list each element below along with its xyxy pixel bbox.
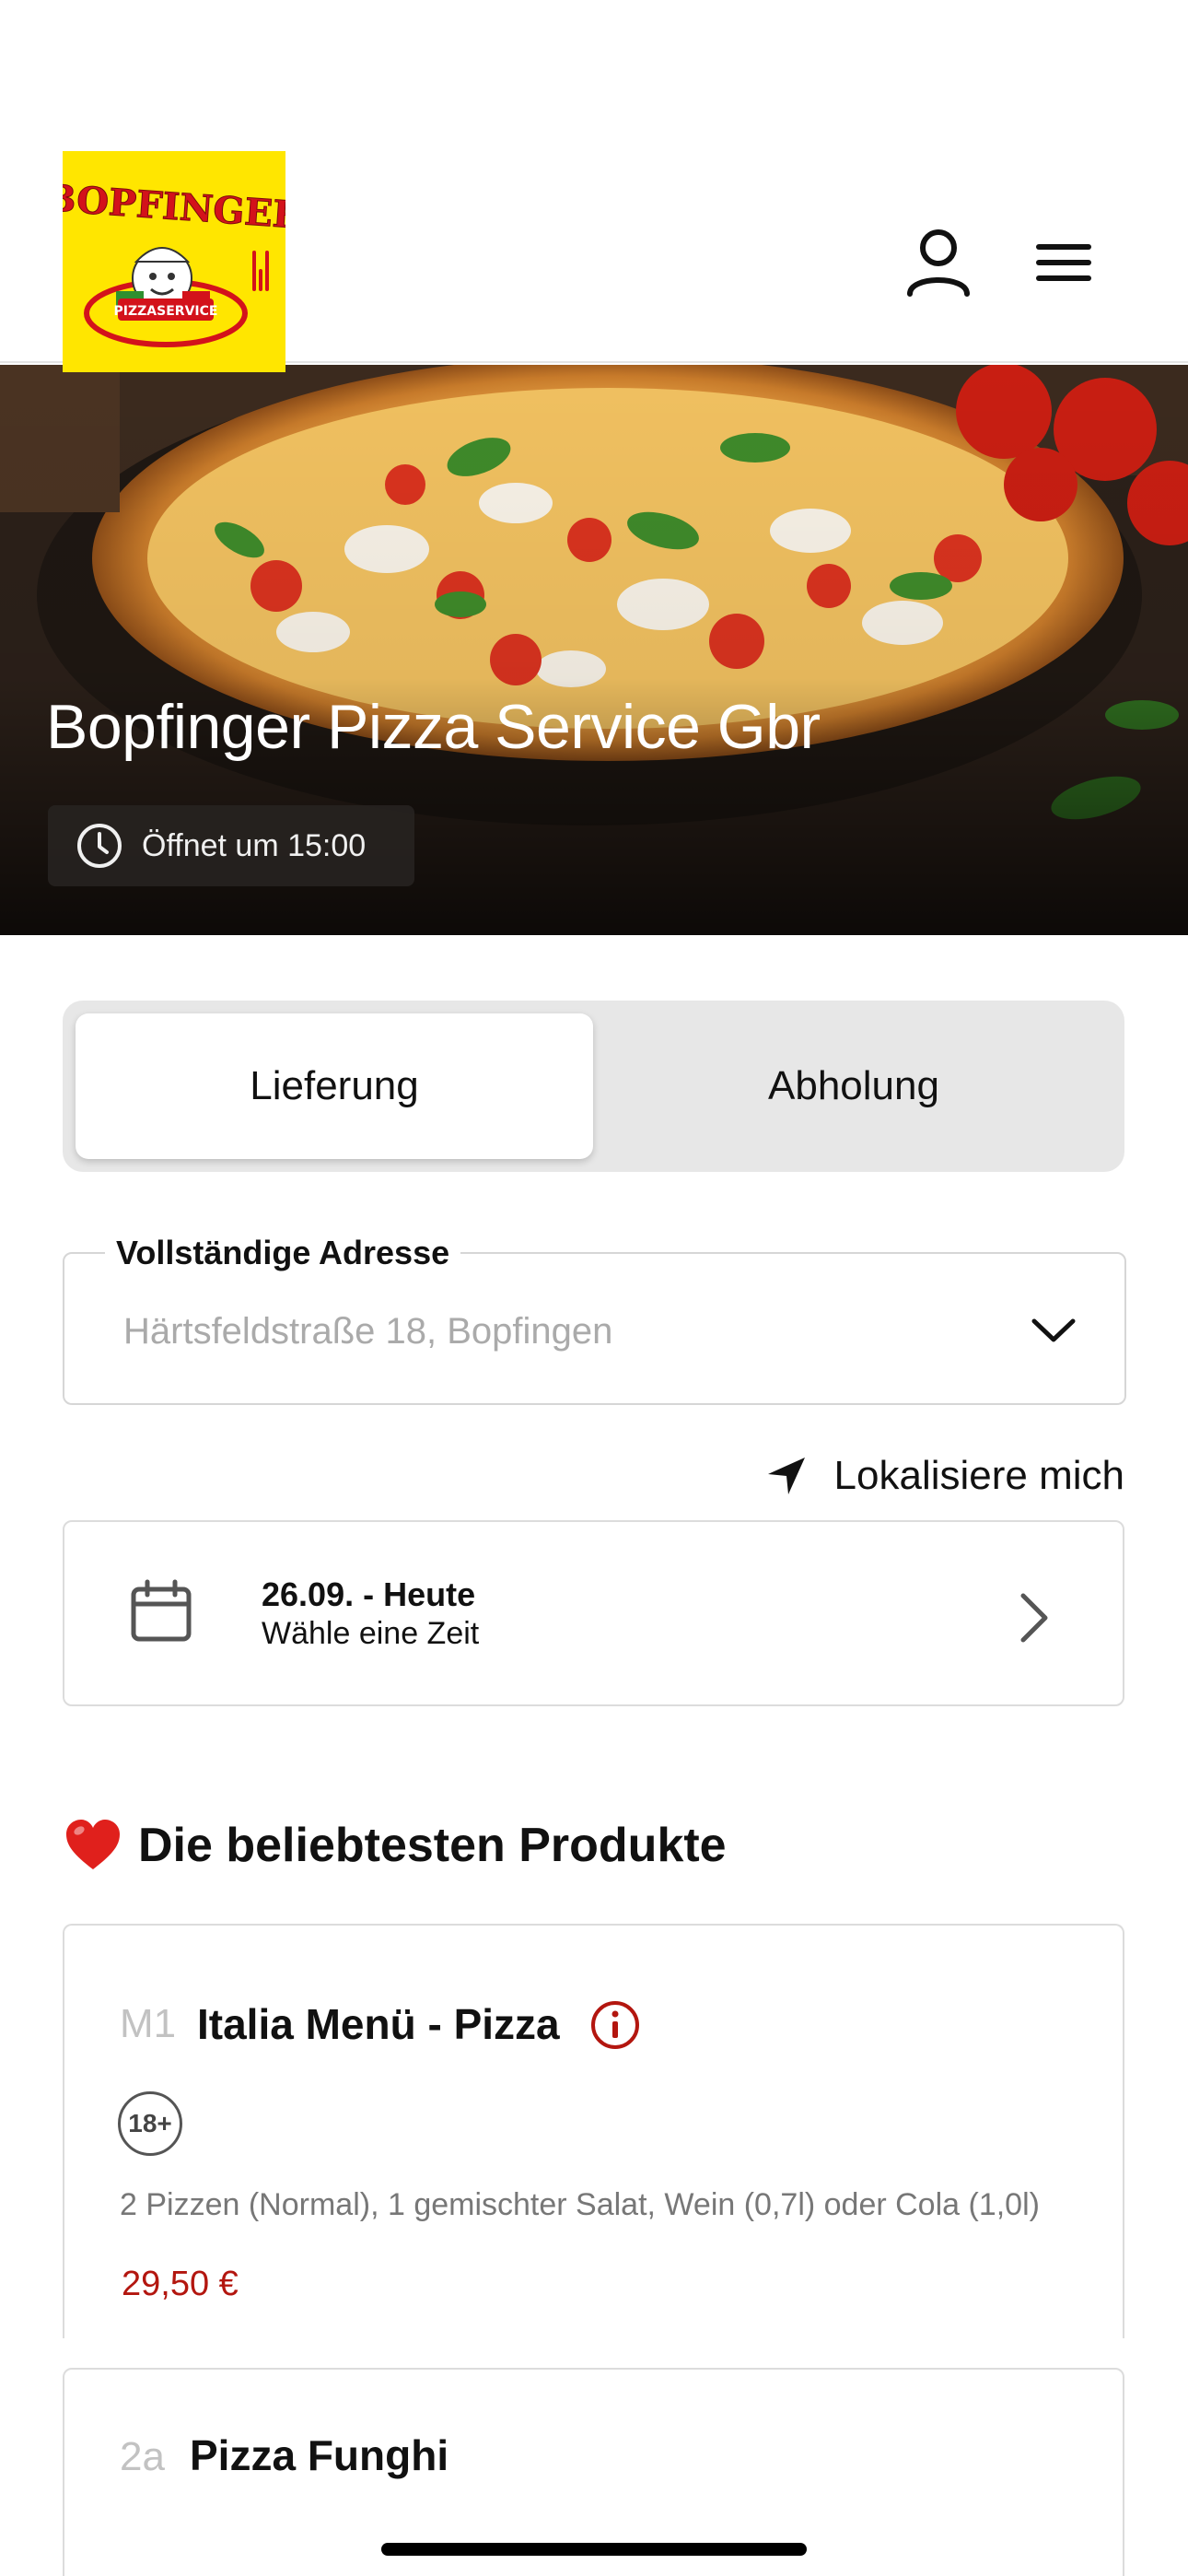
opening-status-badge: Öffnet um 15:00: [48, 805, 414, 886]
logo-graphic: BOPFINGER PIZZASERVICE: [63, 151, 285, 372]
popular-products-title: Die beliebtesten Produkte: [138, 1819, 727, 1872]
heart-icon: [66, 1820, 120, 1869]
locate-me-button[interactable]: Lokalisiere mich: [766, 1446, 1124, 1505]
logo-text-bottom: PIZZASERVICE: [114, 304, 218, 319]
address-select[interactable]: Vollständige Adresse Härtsfeldstraße 18,…: [63, 1234, 1126, 1405]
chevron-right-icon: [1020, 1593, 1048, 1643]
chevron-down-icon: [1031, 1318, 1076, 1342]
address-label: Vollständige Adresse: [105, 1234, 461, 1272]
menu-button[interactable]: [1022, 221, 1105, 304]
choose-time-prompt: Wähle eine Zeit: [262, 1616, 480, 1651]
bopfinger-pizzaservice-logo[interactable]: BOPFINGER PIZZASERVICE: [63, 151, 285, 372]
opening-status-text: Öffnet um 15:00: [142, 827, 367, 863]
location-arrow-icon: [767, 1458, 805, 1494]
tab-abholung[interactable]: Abholung: [595, 1013, 1112, 1159]
product-code: 2a: [120, 2434, 165, 2479]
hamburger-menu-icon: [1036, 244, 1091, 281]
info-icon[interactable]: [589, 1999, 641, 2051]
calendar-icon: [131, 1579, 192, 1642]
order-mode-toggle: Lieferung Abholung: [63, 1001, 1124, 1172]
product-code: M1: [120, 2001, 177, 2046]
home-indicator[interactable]: [381, 2543, 807, 2556]
restaurant-name: Bopfinger Pizza Service Gbr: [46, 692, 821, 762]
address-value: Härtsfeldstraße 18, Bopfingen: [123, 1311, 613, 1352]
age-restriction-badge: 18+: [118, 2091, 182, 2156]
popular-products-heading: Die beliebtesten Produkte: [64, 1815, 727, 1876]
product-description: 2 Pizzen (Normal), 1 gemischter Salat, W…: [120, 2187, 1040, 2222]
tab-lieferung[interactable]: Lieferung: [76, 1013, 593, 1159]
page: BOPFINGER PIZZASERVICE Bopfinger Pizza S…: [0, 0, 1188, 2576]
product-name: Pizza Funghi: [190, 2431, 449, 2479]
product-price: 29,50 €: [122, 2265, 239, 2303]
account-button[interactable]: [897, 221, 980, 304]
selected-date: 26.09. - Heute: [262, 1575, 476, 1613]
locate-me-label: Lokalisiere mich: [833, 1453, 1124, 1498]
delivery-time-picker[interactable]: 26.09. - Heute Wähle eine Zeit: [63, 1520, 1124, 1706]
product-name: Italia Menü - Pizza: [197, 2000, 560, 2048]
product-card-italia-menu[interactable]: M1 Italia Menü - Pizza 18+ 2 Pizzen (Nor…: [63, 1924, 1124, 2338]
user-icon: [907, 229, 970, 297]
clock-icon: [77, 824, 122, 868]
